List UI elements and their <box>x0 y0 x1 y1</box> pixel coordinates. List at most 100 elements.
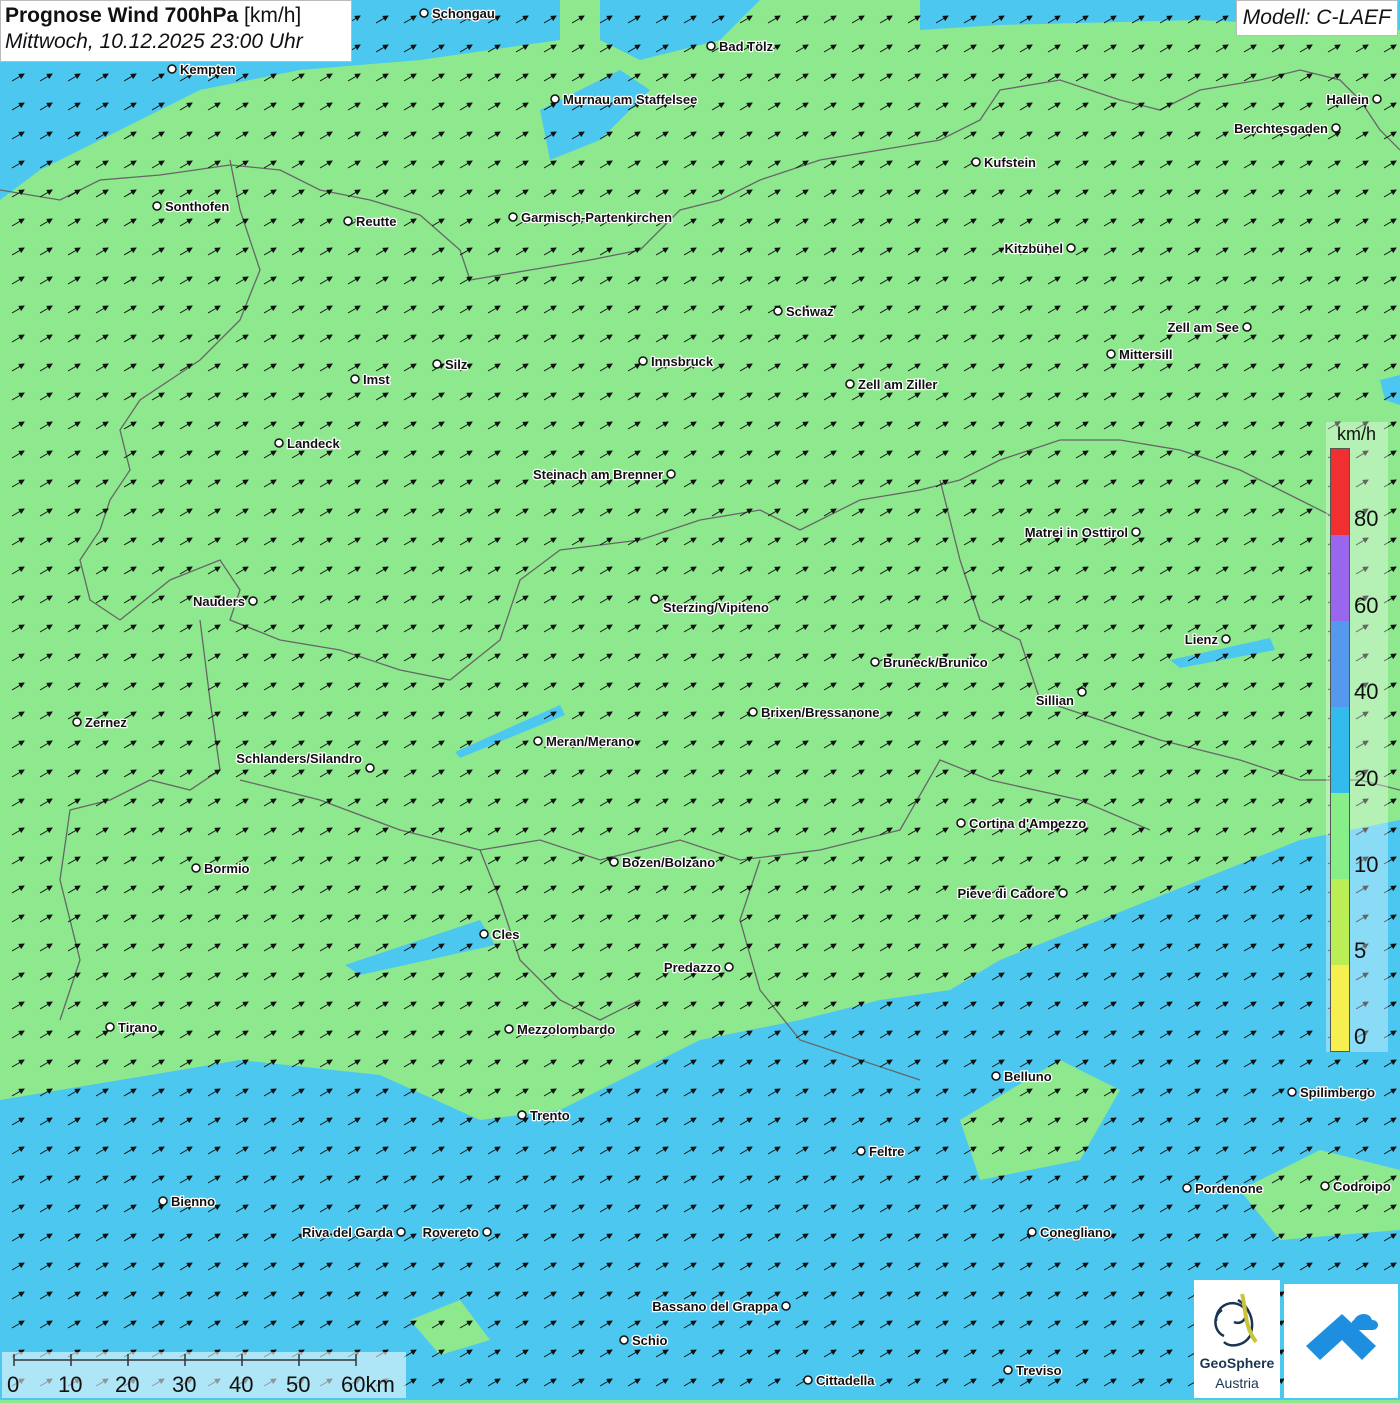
city-marker[interactable]: Schongau <box>419 5 496 22</box>
city-label: Landeck <box>287 436 341 451</box>
weather-app-logo[interactable] <box>1284 1284 1398 1398</box>
city-label: Sillian <box>1036 693 1074 708</box>
city-label: Bad Tölz <box>719 39 774 54</box>
city-dot <box>365 763 375 773</box>
city-label: Sterzing/Vipiteno <box>663 600 769 615</box>
city-label: Matrei in Osttirol <box>1025 525 1128 540</box>
city-dot <box>1003 1365 1013 1375</box>
city-label: Sonthofen <box>165 199 229 214</box>
city-label: Bruneck/Brunico <box>883 655 988 670</box>
city-label: Brixen/Bressanone <box>761 705 880 720</box>
city-label: Steinach am Brenner <box>533 467 663 482</box>
city-marker[interactable]: Innsbruck <box>638 353 715 370</box>
wind-map[interactable]: Schongau Bad Tölz Kempten Murnau am Staffel… <box>0 0 1400 1400</box>
city-marker[interactable]: Brixen/Bressanone <box>748 704 881 721</box>
scale-label: 40 <box>229 1372 254 1397</box>
city-marker[interactable]: Cortina d'Ampezzo <box>956 815 1088 832</box>
city-dot <box>479 929 489 939</box>
city-dot <box>167 64 177 74</box>
city-dot <box>1106 349 1116 359</box>
city-dot <box>724 962 734 972</box>
city-label: Garmisch-Partenkirchen <box>521 210 672 225</box>
city-marker[interactable]: Meran/Merano <box>533 733 635 750</box>
scale-bar: 0 10 20 30 40 50 60km <box>2 1352 406 1398</box>
geosphere-country: Austria <box>1215 1375 1259 1391</box>
city-marker[interactable]: Conegliano <box>1027 1224 1112 1241</box>
city-dot <box>482 1227 492 1237</box>
scale-label: 50 <box>286 1372 311 1397</box>
legend-color-segment <box>1331 535 1349 621</box>
city-dot <box>396 1227 406 1237</box>
city-label: Reutte <box>356 214 396 229</box>
city-dot <box>1058 888 1068 898</box>
city-label: Imst <box>363 372 390 387</box>
city-dot <box>1287 1087 1297 1097</box>
map-title: Prognose Wind 700hPa [km/h] <box>5 4 347 28</box>
city-dot <box>1221 634 1231 644</box>
city-label: Treviso <box>1016 1363 1062 1378</box>
city-label: Trento <box>530 1108 570 1123</box>
city-marker[interactable]: Pieve di Cadore <box>956 885 1068 902</box>
city-dot <box>152 201 162 211</box>
city-dot <box>870 657 880 667</box>
city-dot <box>781 1301 791 1311</box>
legend-tick: 40 <box>1354 679 1379 704</box>
city-label: Cortina d'Ampezzo <box>969 816 1086 831</box>
city-label: Schio <box>632 1333 667 1348</box>
city-marker[interactable]: Riva del Garda <box>301 1224 406 1241</box>
geosphere-emblem-icon <box>1214 1293 1258 1347</box>
city-label: Rovereto <box>423 1225 479 1240</box>
city-dot <box>706 41 716 51</box>
city-dot <box>991 1071 1001 1081</box>
city-marker[interactable]: Bassano del Grappa <box>651 1298 791 1315</box>
legend-tick: 10 <box>1354 852 1379 877</box>
city-marker[interactable]: Bruneck/Brunico <box>870 654 989 671</box>
city-label: Meran/Merano <box>546 734 634 749</box>
city-label: Kitzbühel <box>1005 241 1064 256</box>
city-label: Mezzolombardo <box>517 1022 615 1037</box>
city-label: Spilimbergo <box>1300 1085 1375 1100</box>
cloud-arrow-icon <box>1306 1314 1378 1360</box>
legend-color-segment <box>1331 879 1349 965</box>
title-main: Prognose Wind 700hPa <box>5 4 239 27</box>
city-marker[interactable]: Bozen/Bolzano <box>609 854 716 871</box>
city-label: Schongau <box>432 6 495 21</box>
legend-tick: 80 <box>1354 506 1379 531</box>
legend-unit: km/h <box>1337 424 1377 444</box>
city-dot <box>1027 1227 1037 1237</box>
city-marker[interactable]: Mezzolombardo <box>504 1021 617 1038</box>
city-dot <box>432 359 442 369</box>
city-label: Bozen/Bolzano <box>622 855 715 870</box>
city-marker[interactable]: Pordenone <box>1182 1180 1264 1197</box>
geosphere-name: GeoSphere <box>1199 1355 1275 1371</box>
city-marker[interactable]: Steinach am Brenner <box>532 466 676 483</box>
city-marker[interactable]: Zell am Ziller <box>845 376 939 393</box>
city-marker[interactable]: Murnau am Staffelsee <box>550 91 699 108</box>
city-marker[interactable]: Matrei in Osttirol <box>1023 524 1141 541</box>
city-dot <box>158 1196 168 1206</box>
city-label: Pordenone <box>1195 1181 1263 1196</box>
city-dot <box>72 717 82 727</box>
city-label: Pieve di Cadore <box>957 886 1055 901</box>
city-dot <box>845 379 855 389</box>
city-marker[interactable]: Garmisch-Partenkirchen <box>508 209 673 226</box>
city-dot <box>274 438 284 448</box>
city-marker[interactable]: Spilimbergo <box>1287 1084 1376 1101</box>
city-label: Kufstein <box>984 155 1036 170</box>
city-marker[interactable]: Sonthofen <box>152 198 231 215</box>
legend-color-segment <box>1331 707 1349 793</box>
city-label: Belluno <box>1004 1069 1052 1084</box>
city-dot <box>1372 94 1382 104</box>
city-label: Zernez <box>85 715 127 730</box>
city-label: Cles <box>492 927 519 942</box>
city-label: Schlanders/Silandro <box>236 751 362 766</box>
scale-label: 10 <box>58 1372 83 1397</box>
city-marker[interactable]: Zell am See <box>1166 319 1252 336</box>
city-dot <box>619 1335 629 1345</box>
city-dot <box>105 1022 115 1032</box>
city-marker[interactable]: Berchtesgaden <box>1233 120 1341 137</box>
city-dot <box>650 594 660 604</box>
geosphere-logo[interactable]: GeoSphere Austria <box>1194 1280 1280 1398</box>
scale-label: 20 <box>115 1372 140 1397</box>
city-label: Zell am See <box>1167 320 1239 335</box>
